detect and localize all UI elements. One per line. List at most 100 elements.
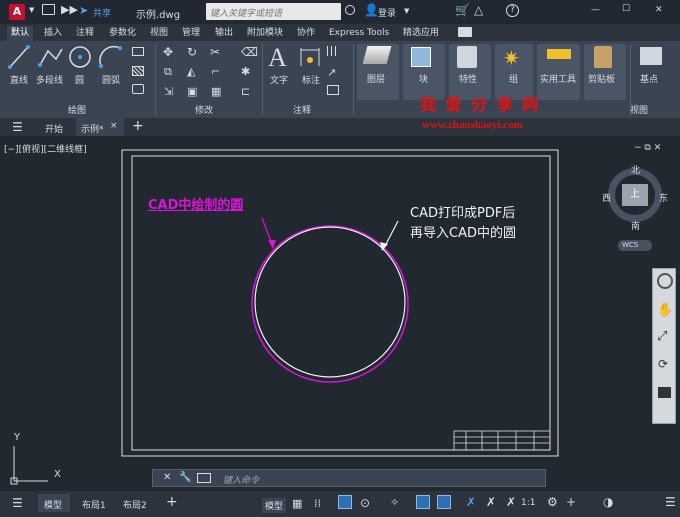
search-input[interactable]: 键入关键字或短语 (206, 3, 341, 20)
viewcube-north[interactable]: 北 (631, 163, 640, 176)
tab-layout2[interactable]: 布局2 (123, 498, 147, 511)
command-line[interactable]: ✕ 🔧 键入命令 (152, 469, 546, 487)
viewcube-top-face[interactable]: 上 (622, 184, 648, 206)
line-icon[interactable] (8, 45, 30, 69)
arc-button[interactable]: 圆弧 (102, 73, 120, 86)
table-grid-icon[interactable] (327, 85, 339, 95)
dimension-icon[interactable] (299, 46, 321, 68)
tab-featured-apps[interactable]: 精选应用 (399, 26, 443, 41)
block-label[interactable]: 块 (419, 72, 428, 85)
hamburger-menu-icon[interactable]: ☰ (12, 120, 23, 134)
autodesk-triangle-icon[interactable]: △ (474, 3, 483, 17)
new-tab-button[interactable]: + (132, 118, 144, 134)
tab-parametric[interactable]: 参数化 (105, 26, 140, 41)
properties-icon[interactable] (457, 46, 477, 68)
base-view-icon[interactable] (640, 47, 662, 65)
utilities-label[interactable]: 实用工具 (540, 72, 576, 85)
grid-icon[interactable]: ▦ (292, 497, 302, 510)
orbit-icon[interactable]: ⟳ (658, 357, 668, 371)
text-button[interactable]: 文字 (270, 73, 288, 86)
annotate-panel-label[interactable]: 注释 (293, 103, 311, 116)
close-tab-icon[interactable]: × (110, 121, 118, 131)
search-icon[interactable] (345, 5, 355, 15)
arc-icon[interactable] (98, 44, 124, 70)
customize-menu-icon[interactable]: ☰ (665, 495, 676, 509)
properties-label[interactable]: 特性 (459, 72, 477, 85)
polar-icon[interactable]: ⊙ (360, 496, 370, 510)
stretch-icon[interactable]: ⇲ (164, 85, 173, 98)
app-menu-button[interactable]: A (9, 4, 25, 20)
view-panel-label[interactable]: 视图 (630, 103, 648, 116)
layers-label[interactable]: 图层 (367, 72, 385, 85)
tab-insert[interactable]: 插入 (40, 26, 66, 41)
line-button[interactable]: 直线 (10, 73, 28, 86)
pan-hand-icon[interactable]: ✋ (657, 303, 673, 318)
dropdown-arrow-icon[interactable]: ▼ (404, 7, 409, 15)
tab-model[interactable]: 模型 (38, 494, 70, 512)
draw-panel-label[interactable]: 绘图 (68, 103, 86, 116)
workspace-gear-icon[interactable]: ⚙ (547, 495, 558, 509)
minimize-button[interactable]: — (591, 5, 600, 15)
user-icon[interactable]: 👤 (364, 3, 379, 17)
share-label[interactable]: 共享 (93, 6, 111, 19)
base-view-label[interactable]: 基点 (640, 72, 658, 85)
polyline-icon[interactable] (38, 45, 64, 69)
clipboard-label[interactable]: 剪贴板 (588, 72, 615, 85)
plus-icon[interactable]: + (566, 495, 576, 509)
isodraft-icon[interactable]: ✧ (390, 496, 399, 509)
mirror-icon[interactable]: ◭ (187, 65, 195, 78)
showmotion-icon[interactable] (658, 387, 671, 398)
tab-express-tools[interactable]: Express Tools (325, 26, 393, 41)
zoom-extents-icon[interactable]: ⤢ (657, 329, 667, 344)
ruler-icon[interactable] (547, 49, 571, 59)
customize-wrench-icon[interactable]: 🔧 (179, 472, 191, 483)
snap-icon[interactable]: ⁞⁞ (314, 497, 321, 510)
ortho-icon[interactable] (338, 495, 352, 509)
polyline-button[interactable]: 多段线 (36, 73, 63, 86)
scale-icon[interactable]: ▣ (187, 85, 197, 98)
clipboard-icon[interactable] (594, 46, 612, 68)
tab-view[interactable]: 视图 (146, 26, 172, 41)
annotation-scale-value[interactable]: 1:1 (521, 498, 535, 508)
drawing-canvas[interactable]: [−][俯视][二维线框] − ⧉ ✕ CAD中绘制的圆 CAD打印成PDF后 … (0, 136, 680, 491)
open-folder-icon[interactable] (42, 4, 55, 15)
explode-icon[interactable]: ✱ (241, 65, 250, 78)
tab-layout1[interactable]: 布局1 (82, 498, 106, 511)
tab-default[interactable]: 默认 (7, 26, 34, 41)
circle-button[interactable]: 圆 (75, 73, 84, 86)
osnap-icon[interactable] (416, 495, 430, 509)
tab-annotate[interactable]: 注释 (72, 26, 98, 41)
dropdown-arrow-icon[interactable]: ▼ (29, 6, 34, 14)
close-command-icon[interactable]: ✕ (163, 472, 171, 483)
steering-wheel-icon[interactable] (657, 273, 673, 289)
command-history-icon[interactable] (197, 473, 211, 483)
maximize-button[interactable]: ☐ (622, 4, 630, 14)
layers-icon[interactable] (362, 46, 392, 64)
tab-collaborate[interactable]: 协作 (293, 26, 319, 41)
rotate-icon[interactable]: ↻ (187, 45, 197, 59)
login-label[interactable]: 登录 (378, 6, 396, 19)
lineweight-icon[interactable] (437, 495, 451, 509)
tab-start[interactable]: 开始 (45, 122, 63, 135)
rectangle-icon[interactable] (132, 47, 144, 56)
fillet-icon[interactable]: ⌐ (211, 65, 220, 78)
tab-output[interactable]: 输出 (211, 26, 237, 41)
layout-menu-icon[interactable]: ☰ (12, 496, 23, 510)
tab-addins[interactable]: 附加模块 (243, 26, 287, 41)
viewcube-west[interactable]: 西 (602, 191, 611, 204)
table-icon[interactable] (327, 46, 339, 56)
block-icon[interactable] (411, 47, 431, 67)
trim-icon[interactable]: ✂ (210, 45, 220, 59)
isolate-icon[interactable]: ◑ (603, 495, 613, 509)
annotation-visibility-icon[interactable]: ✗ (466, 495, 476, 509)
modify-panel-label[interactable]: 修改 (195, 103, 213, 116)
leader-icon[interactable]: ↗ (327, 66, 336, 79)
forward-icon[interactable]: ▶▶ (61, 3, 78, 16)
region-icon[interactable] (132, 84, 144, 94)
viewcube-east[interactable]: 东 (659, 191, 668, 204)
close-button[interactable]: ✕ (655, 5, 663, 15)
erase-icon[interactable]: ⌫ (241, 45, 258, 59)
add-layout-button[interactable]: + (166, 494, 178, 510)
tab-extra-icon[interactable] (458, 27, 472, 37)
wcs-menu-button[interactable]: WCS (618, 240, 652, 251)
